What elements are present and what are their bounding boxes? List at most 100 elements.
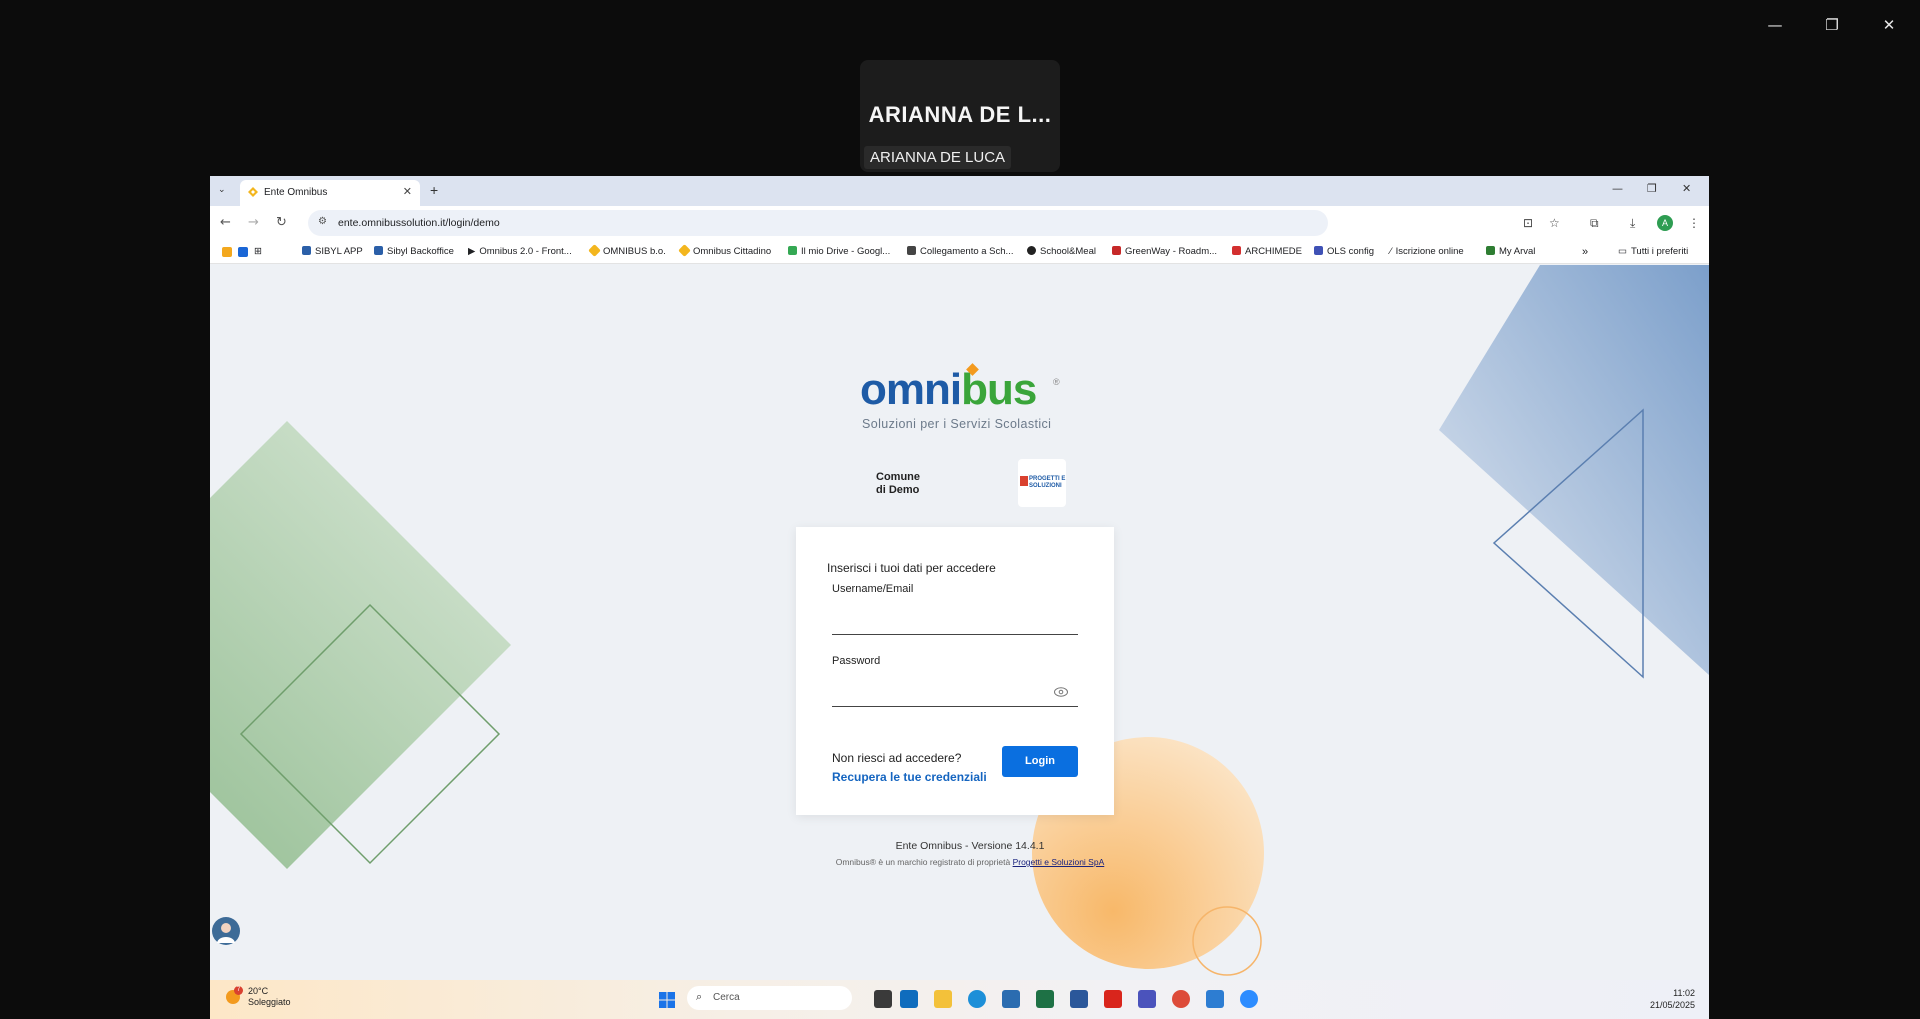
browser-menu-icon[interactable]: ⋮ [1688,216,1700,230]
address-bar[interactable]: ⚙ ente.omnibussolution.it/login/demo [308,210,1328,236]
browser-tab-bar: ⌄ Ente Omnibus ✕ + — ❐ ✕ [210,176,1709,206]
bookmark-item[interactable]: OLS config [1314,246,1374,257]
omnibus-icon [588,244,601,257]
logo-subtitle: Soluzioni per i Servizi Scolastici [862,417,1052,431]
apps-grid-icon[interactable]: ⊞ [254,246,262,257]
close-button[interactable]: ✕ [1878,14,1900,36]
bookmark-item[interactable]: Omnibus Cittadino [678,244,771,257]
browser-minimize-icon[interactable]: — [1612,182,1623,195]
profile-avatar[interactable]: A [1657,215,1673,231]
sibyl-icon [302,246,311,255]
progetti-soluzioni-logo: PROGETTI E SOLUZIONI [1018,459,1066,507]
show-password-eye-icon[interactable] [1054,685,1068,700]
school-meal-icon [1027,246,1036,255]
presenter-tile[interactable]: ARIANNA DE L... ARIANNA DE LUCA [860,60,1060,172]
downloads-icon[interactable]: ⤓ [1630,216,1635,231]
bookmark-app-orange-icon[interactable] [222,247,232,257]
bookmark-item[interactable]: ARCHIMEDE [1232,246,1302,257]
bookmark-item[interactable]: Sibyl Backoffice [374,246,454,257]
username-label: Username/Email [832,583,914,595]
file-explorer-icon[interactable] [934,990,952,1008]
weather-condition: Soleggiato [248,997,291,1007]
outlook-icon[interactable] [900,990,918,1008]
presenter-name-large: ARIANNA DE L... [868,102,1052,127]
omnibus-icon [678,244,691,257]
minimize-button[interactable]: — [1764,14,1786,36]
trouble-text: Non riesci ad accedere? [832,751,962,765]
system-clock[interactable]: 11:02 21/05/2025 [1650,987,1695,1011]
play-icon: ▶ [468,246,476,257]
bookmark-item[interactable]: OMNIBUS b.o. [588,244,666,257]
bookmark-item[interactable]: ⁄ Iscrizione online [1390,246,1464,257]
chat-assistant-avatar[interactable] [212,917,240,945]
browser-close-icon[interactable]: ✕ [1682,182,1691,195]
restore-button[interactable]: ❐ [1821,14,1843,36]
password-label: Password [832,655,881,667]
legal-text: Omnibus® è un marchio registrato di prop… [835,857,1105,867]
site-info-icon[interactable]: ⚙ [318,216,327,227]
recover-credentials-link[interactable]: Recupera le tue credenziali [832,770,987,784]
username-input[interactable] [832,607,1078,635]
word-icon[interactable] [1070,990,1088,1008]
task-view-icon[interactable] [874,990,892,1008]
url-text: ente.omnibussolution.it/login/demo [338,217,500,229]
omnibus-favicon-icon [248,187,258,197]
extensions-icon[interactable]: ⧉ [1590,216,1599,231]
bookmark-item[interactable]: ▶ Omnibus 2.0 - Front... [468,246,572,257]
windows-taskbar: 7 20°C Soleggiato ⌕ Cerca 11:02 21/05/20… [210,980,1709,1019]
back-icon[interactable]: ← [220,215,231,230]
install-app-icon[interactable]: ⊡ [1523,216,1533,230]
chrome-icon[interactable] [1172,990,1190,1008]
shortcut-icon [907,246,916,255]
bookmark-item[interactable]: School&Meal [1027,246,1096,257]
windows-start-icon[interactable] [659,992,675,1008]
folder-icon: ▭ [1618,246,1627,257]
tab-ente-omnibus[interactable]: Ente Omnibus ✕ [240,180,420,206]
edge-icon[interactable] [968,990,986,1008]
comune-name: Comune di Demo [876,471,920,496]
bookmark-item[interactable]: GreenWay - Roadm... [1112,246,1217,257]
temperature: 20°C [248,986,269,996]
store-icon[interactable] [1002,990,1020,1008]
login-intro: Inserisci i tuoi dati per accedere [827,561,996,575]
password-input[interactable] [832,679,1078,707]
archimede-icon [1232,246,1241,255]
all-bookmarks-folder[interactable]: ▭ Tutti i preferiti [1618,246,1688,257]
bookmark-app-blue-icon[interactable] [238,247,248,257]
search-placeholder: Cerca [713,992,740,1003]
sibyl-icon [374,246,383,255]
tab-title: Ente Omnibus [264,187,328,198]
snipping-tool-icon[interactable] [1206,990,1224,1008]
bookmarks-bar: ⊞ SIBYL APP Sibyl Backoffice ▶ Omnibus 2.… [210,240,1709,264]
browser-restore-icon[interactable]: ❐ [1647,182,1657,195]
tab-close-icon[interactable]: ✕ [403,185,412,198]
reload-icon[interactable]: ↻ [276,215,287,230]
arval-icon [1486,246,1495,255]
ols-icon [1314,246,1323,255]
tab-search-icon[interactable]: ⌄ [218,184,226,195]
acrobat-icon[interactable] [1104,990,1122,1008]
bookmark-item[interactable]: Il mio Drive - Googl... [788,246,890,257]
login-page: omnibus ® Soluzioni per i Servizi Scolas… [210,265,1709,980]
excel-icon[interactable] [1036,990,1054,1008]
new-tab-button[interactable]: + [430,182,438,198]
forward-icon[interactable]: → [248,215,259,230]
presenter-name-tag: ARIANNA DE LUCA [864,146,1012,169]
company-link[interactable]: Progetti e Soluzioni SpA [1013,857,1105,867]
weather-badge: 7 [234,986,243,995]
teams-icon[interactable] [1138,990,1156,1008]
bookmark-item[interactable]: Collegamento a Sch... [907,246,1013,257]
pen-icon: ⁄ [1390,246,1392,257]
more-bookmarks-icon[interactable]: » [1582,246,1588,258]
bookmark-star-icon[interactable]: ☆ [1549,216,1560,230]
shared-screen: ⌄ Ente Omnibus ✕ + — ❐ ✕ ← → ↻ ⚙ ente.om… [210,176,1709,1019]
taskbar-search[interactable]: ⌕ Cerca [687,986,852,1010]
google-drive-icon [788,246,797,255]
bookmark-item[interactable]: SIBYL APP [302,246,363,257]
version-text: Ente Omnibus - Versione 14.4.1 [895,840,1045,852]
browser-toolbar: ← → ↻ ⚙ ente.omnibussolution.it/login/de… [210,206,1709,240]
login-button[interactable]: Login [1002,746,1078,777]
zoom-icon[interactable] [1240,990,1258,1008]
bookmark-item[interactable]: My Arval [1486,246,1535,257]
login-card: Inserisci i tuoi dati per accedere Usern… [796,527,1114,815]
